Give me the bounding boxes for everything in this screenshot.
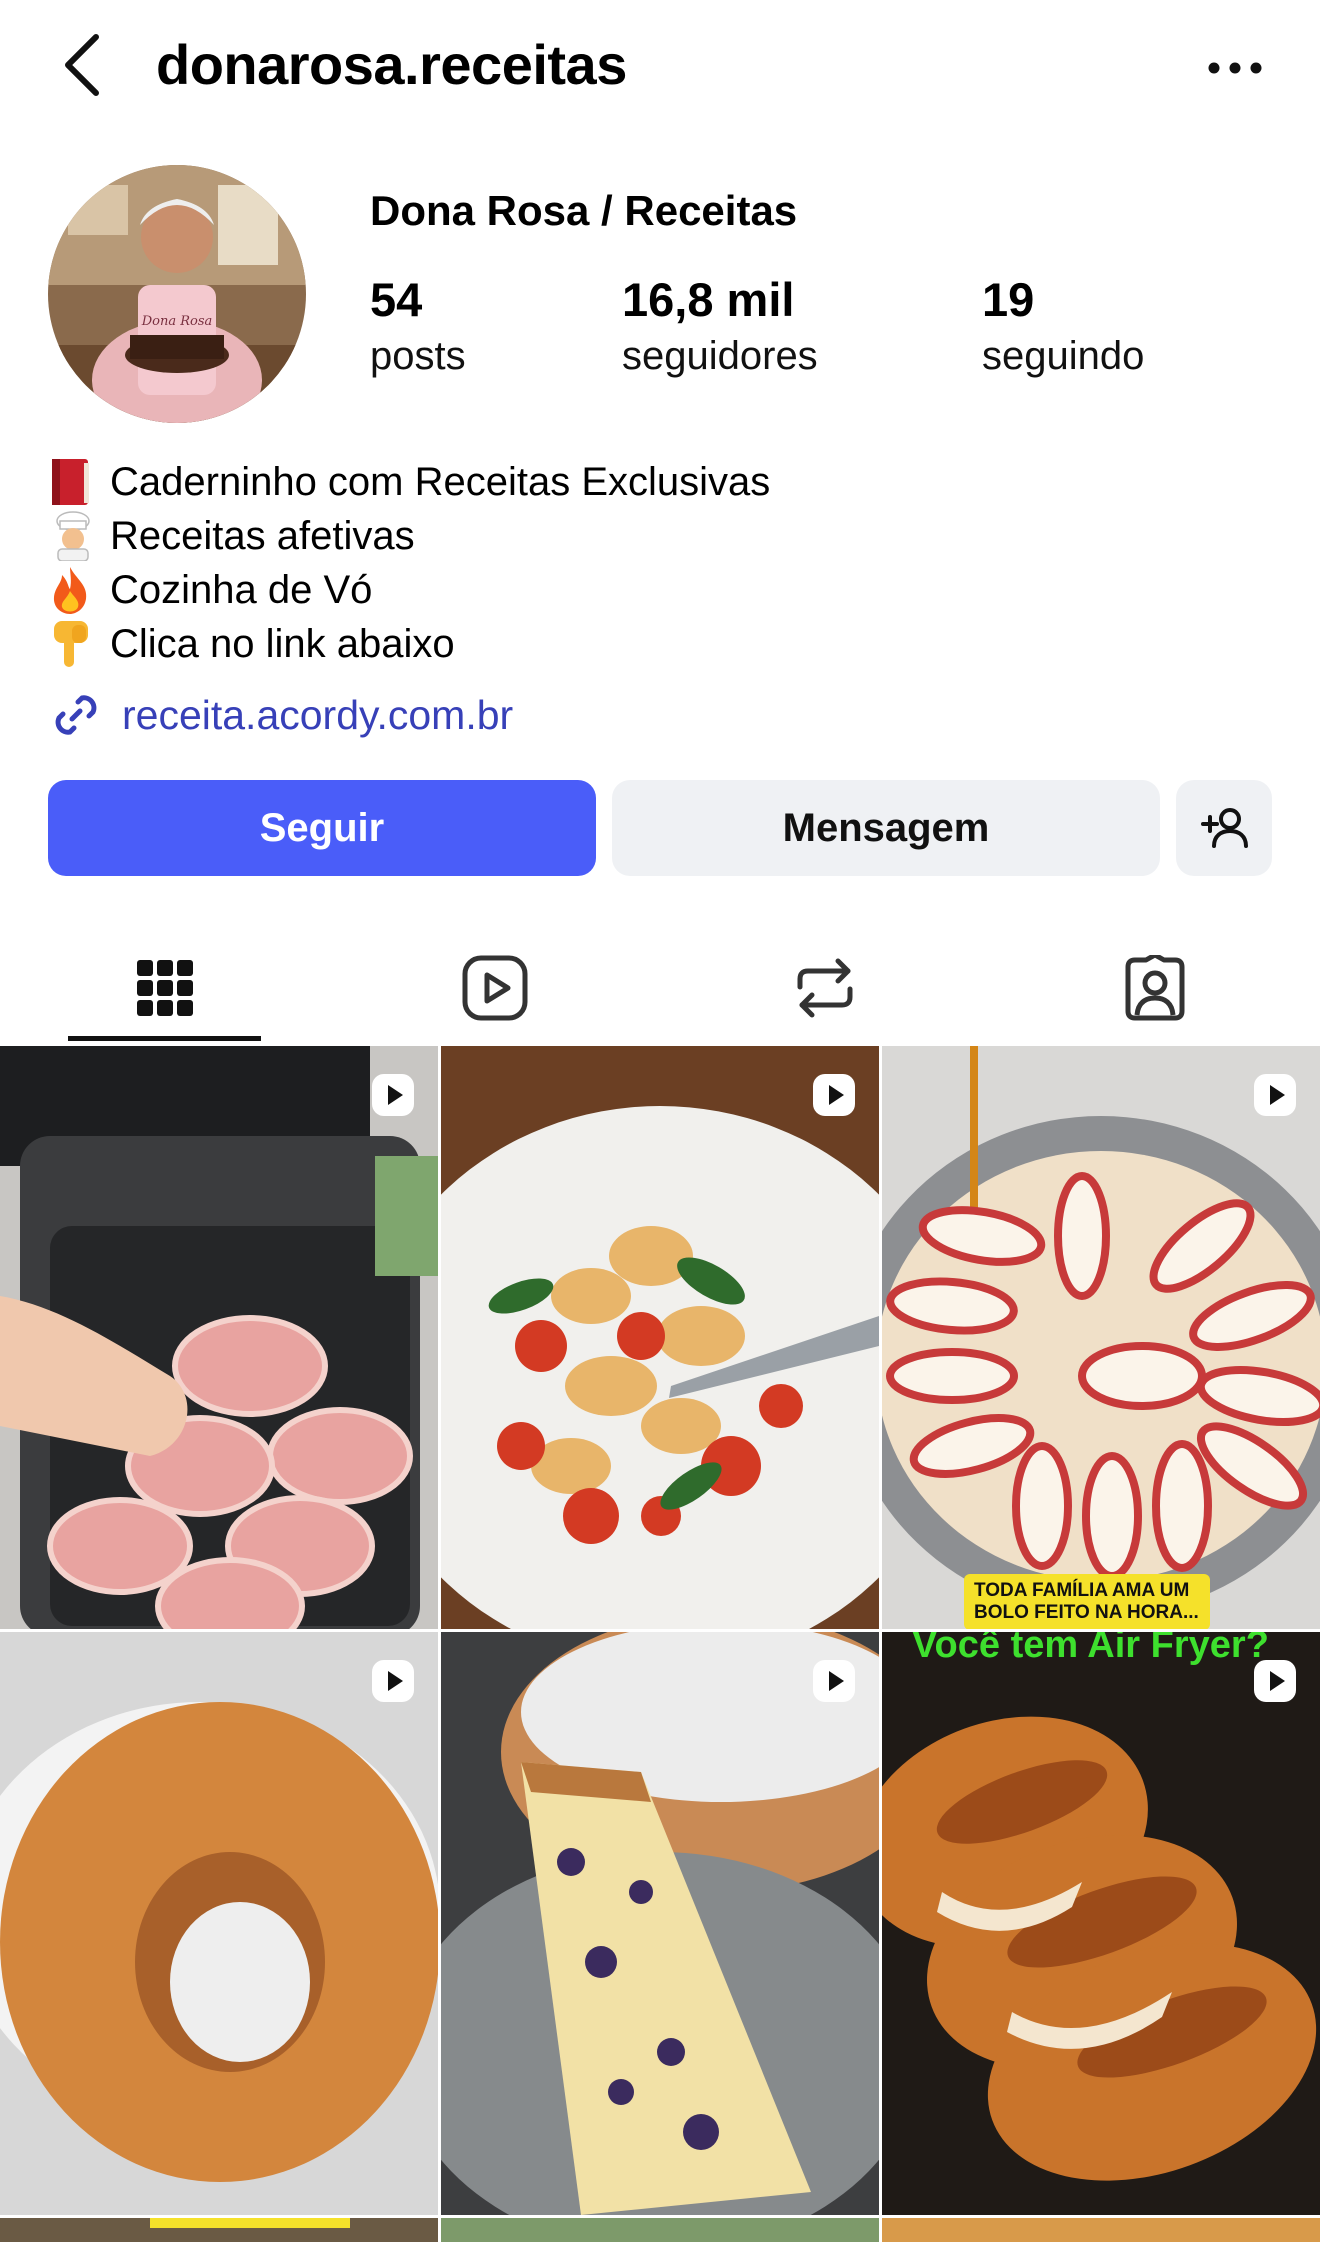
- pointing-down-icon: [48, 619, 100, 669]
- stat-posts-label: posts: [370, 334, 466, 378]
- more-horizontal-icon: [1208, 62, 1262, 74]
- post-thumbnail[interactable]: [0, 1632, 438, 2215]
- post-thumbnail[interactable]: [441, 1046, 879, 1629]
- reels-icon: [462, 955, 528, 1020]
- follow-button[interactable]: Seguir: [48, 780, 596, 876]
- chevron-left-icon: [65, 34, 99, 96]
- post-image: [882, 1632, 1320, 2215]
- bio-link[interactable]: receita.acordy.com.br: [48, 686, 513, 744]
- bio-line: Caderninho com Receitas Exclusivas: [48, 455, 770, 509]
- message-button[interactable]: Mensagem: [612, 780, 1160, 876]
- post-image: [441, 2218, 879, 2242]
- link-icon: [55, 695, 97, 735]
- stat-following-label: seguindo: [982, 334, 1145, 378]
- avatar-image: Dona Rosa: [48, 165, 306, 423]
- bio-line: Clica no link abaixo: [48, 617, 770, 671]
- reel-icon: [813, 1074, 855, 1116]
- post-thumbnail[interactable]: TODA FAMÍLIA AMA UM BOLO FEITO NA HORA..…: [882, 1046, 1320, 1629]
- stat-followers-value: 16,8 mil: [622, 273, 795, 326]
- bio-line-text: Caderninho com Receitas Exclusivas: [110, 460, 771, 504]
- profile-header: donarosa.receitas: [0, 0, 1320, 140]
- avatar-apron-text: Dona Rosa: [141, 314, 213, 329]
- more-options-button[interactable]: [1200, 38, 1270, 98]
- repost-icon: [797, 958, 853, 1017]
- post-caption-overlay: Você tem Air Fryer?: [912, 1632, 1269, 1666]
- add-person-icon: [1201, 808, 1248, 848]
- reel-icon: [372, 1074, 414, 1116]
- display-name: Dona Rosa / Receitas: [370, 187, 798, 234]
- post-caption-overlay: TODA FAMÍLIA AMA UM BOLO FEITO NA HORA..…: [964, 1574, 1210, 1629]
- post-thumbnail[interactable]: [0, 1046, 438, 1629]
- post-image: [882, 2218, 1320, 2242]
- active-tab-indicator: [68, 1036, 261, 1041]
- profile-tabs: [0, 930, 1320, 1045]
- bio-line: Receitas afetivas: [48, 509, 770, 563]
- suggested-accounts-button[interactable]: [1176, 780, 1272, 876]
- profile-username: donarosa.receitas: [156, 33, 627, 96]
- post-image: [0, 1046, 438, 1629]
- grid-icon: [137, 959, 193, 1016]
- stat-posts-value: 54: [370, 273, 423, 326]
- stat-followers[interactable]: 16,8 mil seguidores: [622, 270, 818, 382]
- tab-reels[interactable]: [400, 930, 590, 1045]
- post-image: [0, 1632, 438, 2215]
- back-button[interactable]: [52, 30, 112, 100]
- post-thumbnail[interactable]: [0, 2218, 438, 2242]
- post-thumbnail[interactable]: [441, 2218, 879, 2242]
- stat-following-value: 19: [982, 273, 1035, 326]
- tab-reposts[interactable]: [730, 930, 920, 1045]
- bio-line-text: Receitas afetivas: [110, 514, 415, 558]
- post-image: [441, 1046, 879, 1629]
- reel-icon: [1254, 1074, 1296, 1116]
- post-thumbnail[interactable]: [882, 2218, 1320, 2242]
- bio-line: Cozinha de Vó: [48, 563, 770, 617]
- tab-grid[interactable]: [70, 930, 260, 1045]
- cook-icon: [48, 511, 100, 562]
- reel-icon: [372, 1660, 414, 1702]
- post-image: [0, 2218, 438, 2242]
- closed-book-icon: [48, 457, 100, 507]
- post-thumbnail[interactable]: [441, 1632, 879, 2215]
- stat-following[interactable]: 19 seguindo: [982, 270, 1144, 382]
- post-grid: TODA FAMÍLIA AMA UM BOLO FEITO NA HORA..…: [0, 1046, 1320, 2242]
- reel-icon: [1254, 1660, 1296, 1702]
- post-thumbnail[interactable]: Você tem Air Fryer?: [882, 1632, 1320, 2215]
- tagged-icon: [1125, 954, 1185, 1020]
- tab-tagged[interactable]: [1060, 930, 1250, 1045]
- post-image: [882, 1046, 1320, 1629]
- bio-line-text: Clica no link abaixo: [110, 622, 455, 666]
- stat-posts[interactable]: 54 posts: [370, 270, 466, 382]
- avatar[interactable]: Dona Rosa: [48, 165, 306, 423]
- reel-icon: [813, 1660, 855, 1702]
- bio: Caderninho com Receitas Exclusivas Recei…: [48, 455, 770, 671]
- bio-line-text: Cozinha de Vó: [110, 568, 373, 612]
- fire-icon: [48, 565, 100, 615]
- stat-followers-label: seguidores: [622, 334, 818, 378]
- bio-link-text: receita.acordy.com.br: [122, 691, 514, 738]
- post-image: [441, 1632, 879, 2215]
